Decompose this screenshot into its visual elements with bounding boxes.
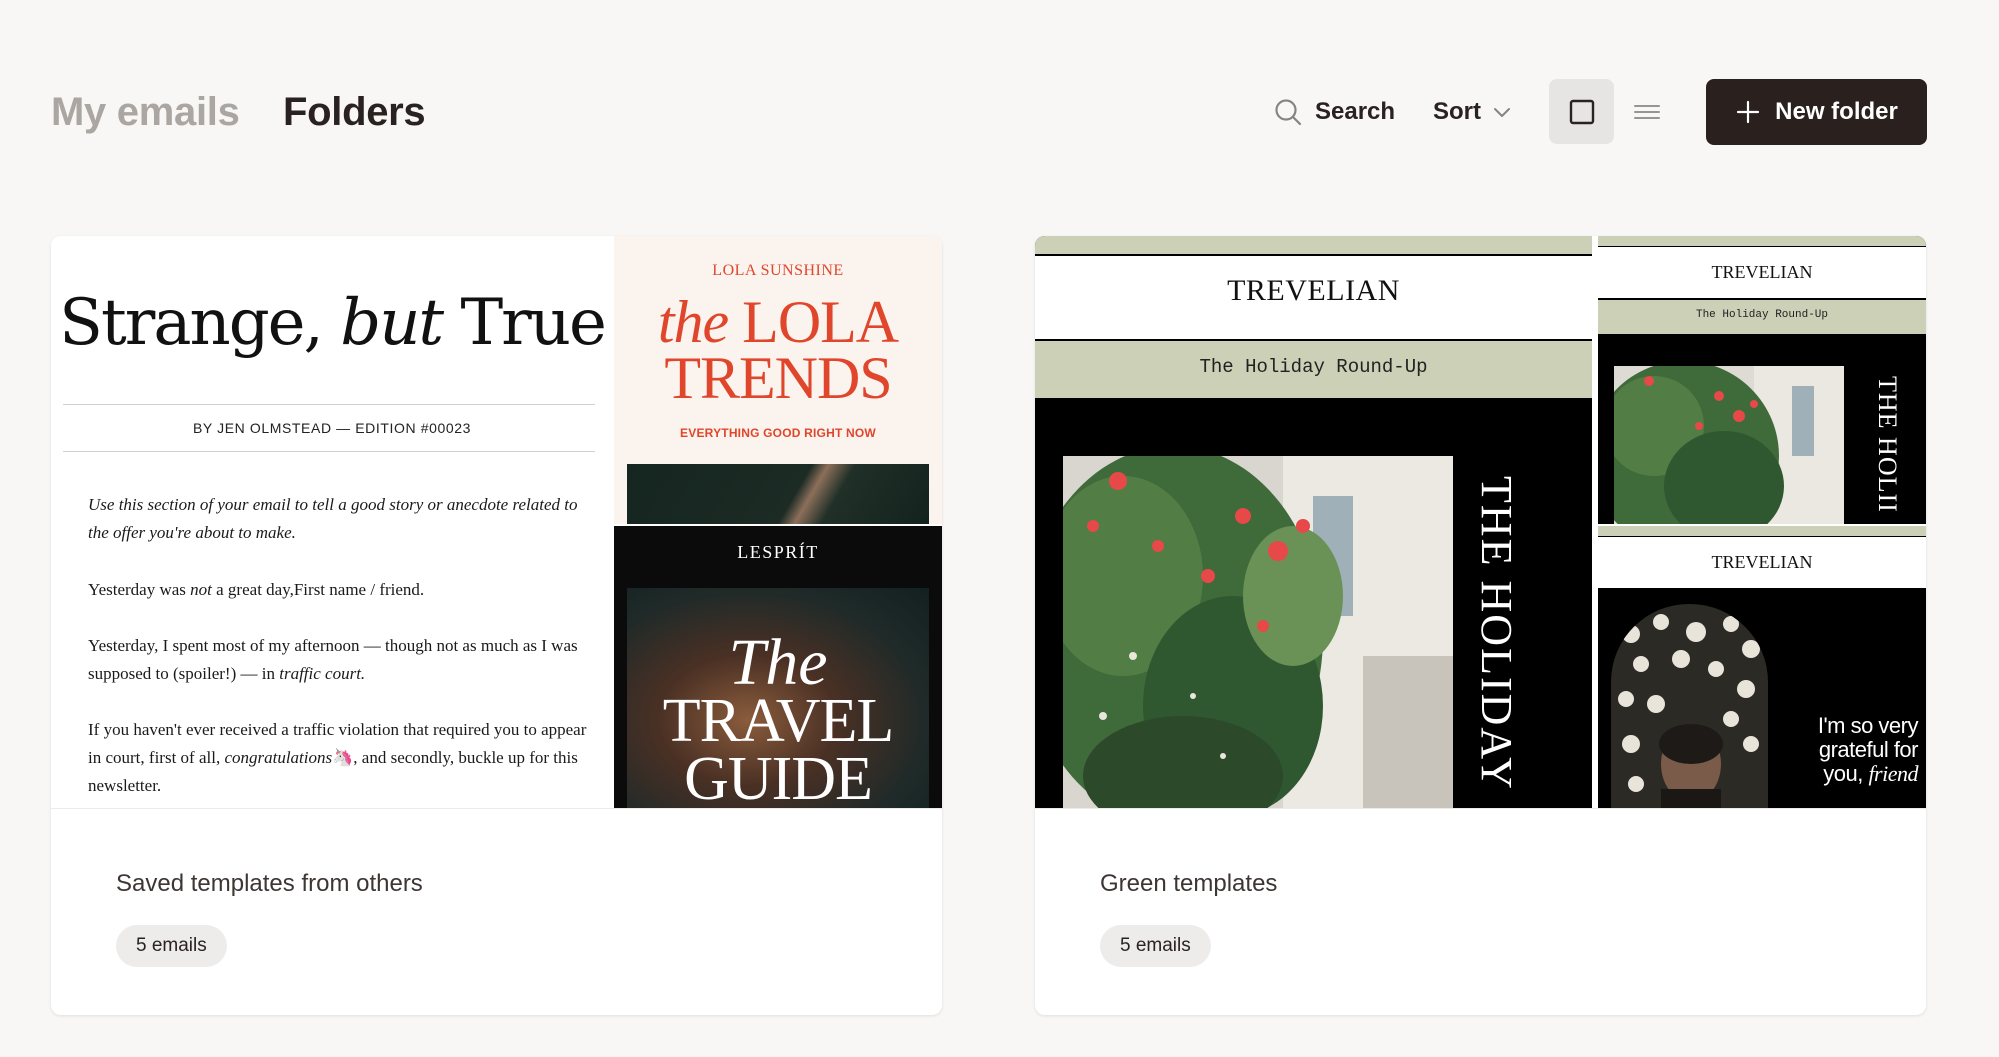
lola-tagline: EVERYTHING GOOD RIGHT NOW — [680, 426, 876, 440]
email-paragraph: If you haven't ever received a traffic v… — [88, 716, 588, 800]
headline-part: True — [442, 286, 606, 360]
email-paragraph: Yesterday was not a great day,First name… — [88, 576, 588, 604]
trevelian-logo: TREVELIAN — [1711, 262, 1813, 282]
sage-strip — [1598, 236, 1926, 246]
email-count-badge: 5 emails — [1100, 925, 1211, 967]
lesprit-brand: LESPRÍT — [737, 542, 819, 562]
email-preview-travel-guide: LESPRÍT The TRAVEL GUIDE — [614, 526, 942, 808]
trevelian-logo: TREVELIAN — [1227, 274, 1400, 307]
folder-preview: TREVELIAN The Holiday Round-Up THE HOLID… — [1035, 236, 1926, 808]
search-icon — [1275, 99, 1302, 126]
grid-square-icon — [1569, 99, 1594, 124]
vertical-headline: THE HOLIDAY — [1472, 476, 1521, 791]
quote-italic: friend — [1868, 761, 1918, 786]
travel-title-line: GUIDE — [684, 745, 873, 808]
email-byline: BY JEN OLMSTEAD — EDITION #00023 — [192, 420, 472, 436]
travel-title-line: The — [728, 626, 828, 699]
grid-view-toggle[interactable] — [1549, 79, 1614, 144]
email-subject: The Holiday Round-Up — [1695, 309, 1829, 321]
email-preview-holiday-roundup: TREVELIAN The Holiday Round-Up THE HOLID… — [1035, 236, 1592, 808]
trevelian-logo: TREVELIAN — [1711, 552, 1813, 572]
paragraph-italic: not — [190, 580, 212, 599]
divider — [63, 451, 595, 452]
flowers-photo — [1063, 456, 1453, 808]
vertical-headline: THE HOLII — [1873, 376, 1902, 513]
email-paragraph: Use this section of your email to tell a… — [88, 491, 588, 547]
travel-guide-title: The TRAVEL GUIDE — [614, 626, 942, 809]
sage-strip — [1598, 526, 1926, 536]
sort-dropdown[interactable]: Sort — [1433, 95, 1513, 129]
tab-folders[interactable]: Folders — [283, 86, 426, 138]
sage-strip — [1035, 236, 1592, 254]
grateful-quote: I'm so very grateful for you, friend — [1778, 714, 1919, 786]
list-lines-icon — [1634, 104, 1660, 119]
tab-my-emails[interactable]: My emails — [51, 86, 240, 138]
folder-card-green-templates[interactable]: TREVELIAN The Holiday Round-Up THE HOLID… — [1035, 236, 1926, 1015]
lola-brand: LOLA SUNSHINE — [712, 262, 844, 279]
email-headline: Strange, but True — [51, 291, 613, 355]
flowers-photo — [1614, 366, 1844, 524]
paragraph-text: a great day,First name / friend. — [211, 580, 425, 599]
paragraph-italic: congratulations — [224, 748, 333, 767]
paragraph-text: Yesterday was — [88, 580, 191, 599]
chevron-down-icon — [1494, 108, 1510, 117]
headline-italic: but — [340, 286, 444, 360]
headline-part: Strange, — [59, 286, 341, 360]
new-folder-label: New folder — [1775, 98, 1898, 125]
new-folder-button[interactable]: New folder — [1706, 79, 1927, 145]
email-paragraph: Yesterday, I spent most of my afternoon … — [88, 632, 588, 688]
divider — [63, 404, 595, 405]
email-count-badge: 5 emails — [116, 925, 227, 967]
sort-label: Sort — [1433, 98, 1481, 125]
email-preview-holiday-roundup-small: TREVELIAN The Holiday Round-Up THE HOLII — [1598, 236, 1926, 524]
folder-preview: Strange, but True BY JEN OLMSTEAD — EDIT… — [51, 236, 942, 808]
arched-portrait-photo — [1611, 604, 1768, 808]
lola-hero-image — [627, 464, 929, 524]
lola-title-line: TRENDS — [664, 345, 892, 411]
travel-title-line: TRAVEL — [662, 687, 895, 755]
email-preview-strange-but-true: Strange, but True BY JEN OLMSTEAD — EDIT… — [51, 236, 613, 808]
folder-card-footer: Green templates 5 emails — [1035, 808, 1926, 1015]
search-label: Search — [1315, 98, 1396, 125]
folder-card-footer: Saved templates from others 5 emails — [51, 808, 942, 1015]
email-preview-lola-trends: LOLA SUNSHINE the LOLA TRENDS EVERYTHING… — [614, 236, 942, 524]
lola-title: the LOLA TRENDS — [614, 292, 942, 408]
email-subject: The Holiday Round-Up — [1199, 356, 1428, 378]
folder-card-saved-templates[interactable]: Strange, but True BY JEN OLMSTEAD — EDIT… — [51, 236, 942, 1015]
unicorn-icon: 🦄 — [332, 748, 354, 767]
search-button[interactable]: Search — [1273, 95, 1395, 129]
email-preview-grateful-for-you: TREVELIAN I'm so very grateful for you, … — [1598, 526, 1926, 808]
folder-name: Green templates — [1100, 870, 1278, 897]
plus-icon — [1737, 100, 1760, 124]
folder-name: Saved templates from others — [116, 870, 423, 897]
page-header: My emails Folders Search Sort New folder — [0, 0, 1999, 200]
list-view-toggle[interactable] — [1627, 79, 1667, 144]
paragraph-italic: traffic court. — [279, 664, 366, 683]
paragraph-text: Use this section of your email to tell a… — [88, 495, 578, 542]
